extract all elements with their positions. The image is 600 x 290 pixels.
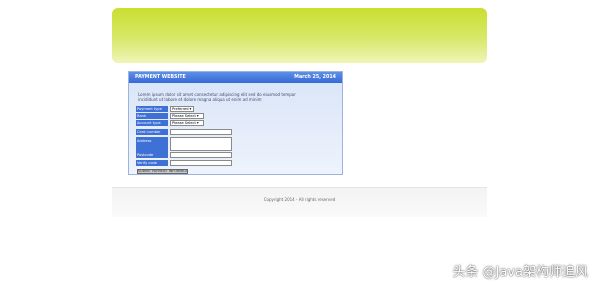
card-number-label: Card number: [136, 129, 168, 135]
submit-button[interactable]: SUBMIT PAYMENT INFORMATION: [137, 169, 188, 174]
panel-header: PAYMENT WEBSITE March 25, 2014: [129, 72, 342, 83]
postcode-input[interactable]: [170, 152, 232, 158]
card-number-input[interactable]: [170, 129, 232, 135]
footer-text: Copyright 2014 - All rights reserved: [263, 197, 336, 202]
watermark-text: 头条 @Java架构师追风: [452, 265, 588, 280]
intro-text: Lorem ipsum dolor sit amet consectetur a…: [138, 92, 338, 102]
account-type-value: Please Select: [172, 121, 196, 125]
payment-type-value: Preferred: [172, 107, 189, 111]
chevron-down-icon: ▾: [189, 107, 192, 111]
bank-label: Bank: [136, 113, 168, 119]
footer-bar: Copyright 2014 - All rights reserved: [112, 187, 487, 217]
panel-date: March 25, 2014: [294, 75, 336, 80]
verify-code-input[interactable]: [170, 160, 232, 166]
chevron-down-icon: ▾: [196, 121, 199, 125]
payment-type-select[interactable]: Preferred▾: [170, 106, 194, 112]
address-textarea[interactable]: [170, 137, 232, 151]
bank-value: Please Select: [172, 114, 196, 118]
verify-code-label: Verify code: [136, 160, 168, 166]
header-banner: [112, 8, 487, 63]
account-type-select[interactable]: Please Select▾: [170, 120, 204, 126]
payment-type-label: Payment type: [136, 106, 168, 112]
intro-line-2: incididunt ut labore et dolore magna ali…: [138, 97, 262, 102]
account-type-label: Account type: [136, 120, 168, 126]
chevron-down-icon: ▾: [196, 114, 199, 118]
postcode-label: Postcode: [136, 152, 168, 158]
bank-select[interactable]: Please Select▾: [170, 113, 204, 119]
panel-title: PAYMENT WEBSITE: [135, 75, 186, 80]
